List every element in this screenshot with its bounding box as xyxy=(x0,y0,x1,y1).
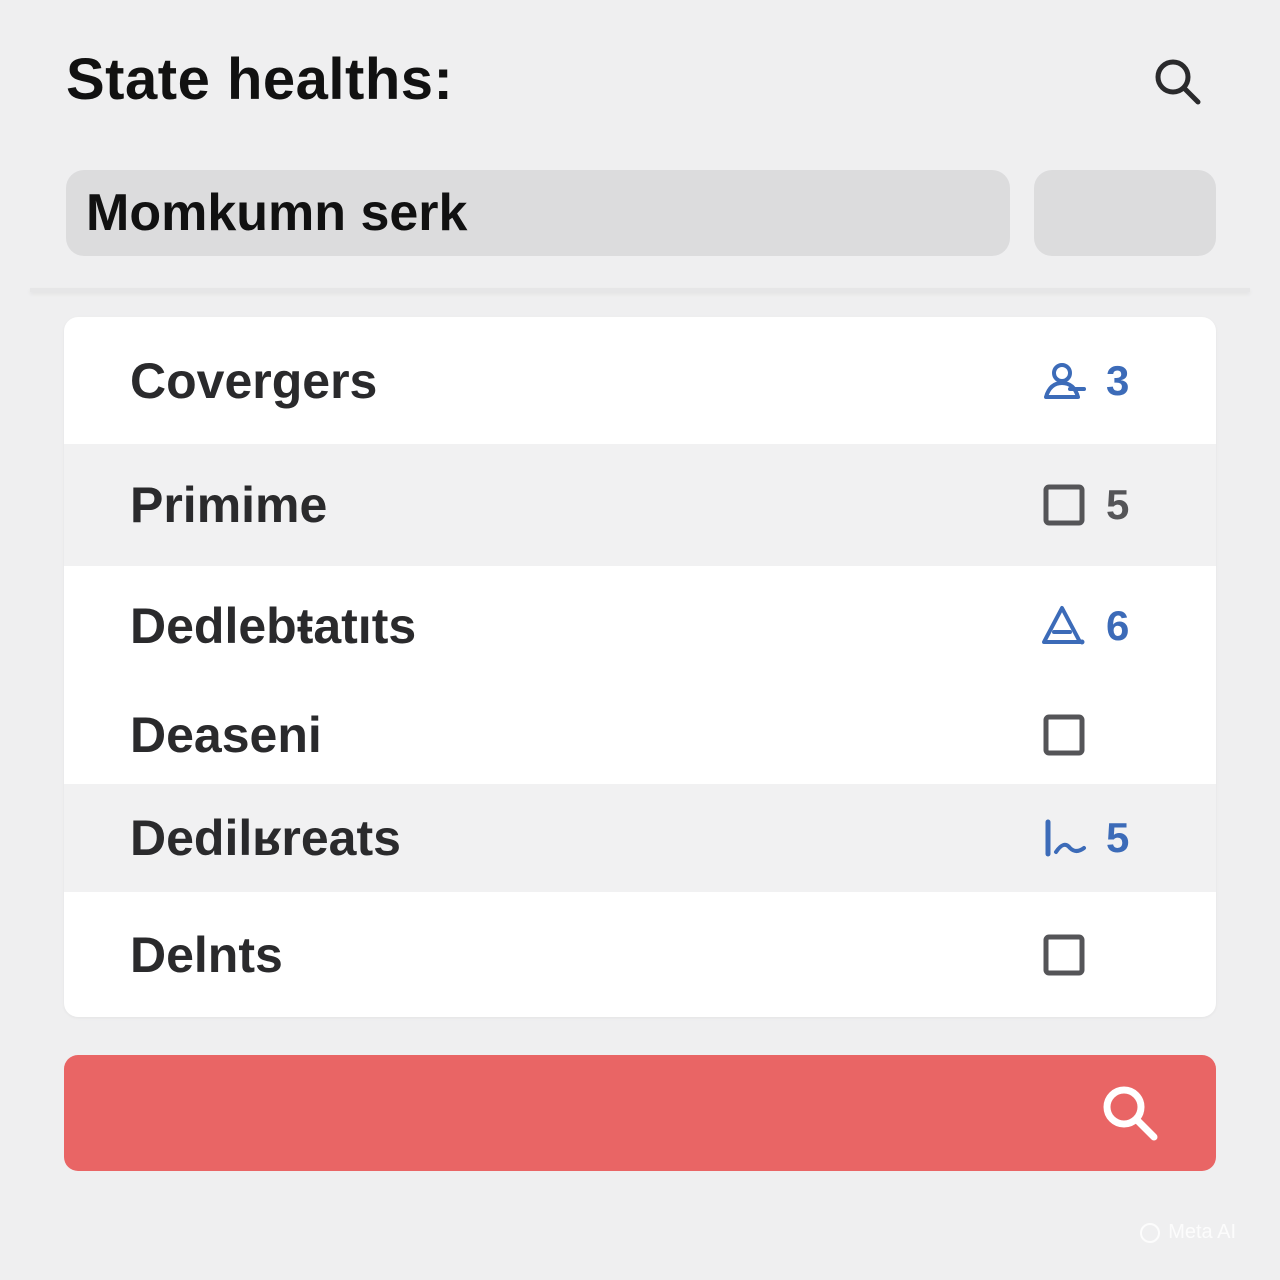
watermark-text: Meta AI xyxy=(1168,1221,1236,1243)
search-row: Momkumn serk xyxy=(66,170,1216,256)
list-item-count: 6 xyxy=(1106,602,1130,649)
filter-button[interactable] xyxy=(1034,170,1216,256)
list-item[interactable]: Covergers 3 xyxy=(64,317,1216,444)
search-icon[interactable] xyxy=(1148,52,1208,112)
search-action-button[interactable] xyxy=(64,1055,1216,1171)
list-item-meta: 5 xyxy=(1040,808,1129,868)
header: State healths: xyxy=(66,40,1214,120)
page-title: State healths: xyxy=(66,47,454,112)
list-item-meta: 5 xyxy=(1040,475,1129,535)
watermark: Meta AI xyxy=(1140,1221,1236,1244)
list-item[interactable]: Dedilʁreats 5 xyxy=(64,784,1216,892)
list-item-meta xyxy=(1040,705,1106,765)
trend-icon xyxy=(1045,819,1086,857)
person-icon xyxy=(1044,362,1086,399)
list-item-label: Delnts xyxy=(130,926,283,983)
list-item-label: Dedlebŧatıts xyxy=(130,598,417,654)
list-item-count: 5 xyxy=(1106,814,1130,861)
list-item-meta: 6 xyxy=(1040,596,1129,656)
list-item[interactable]: Dedlebŧatıts 6 xyxy=(64,566,1216,686)
list-item[interactable]: Deaseni xyxy=(64,686,1216,784)
list-card: Covergers 3 Primime 5 Dedlebŧatıts 6 Dea… xyxy=(64,317,1216,1017)
divider xyxy=(30,288,1250,292)
list-item[interactable]: Delnts xyxy=(64,892,1216,1017)
checkbox-icon[interactable] xyxy=(1040,711,1088,759)
list-item-meta xyxy=(1040,925,1106,985)
list-item-label: Covergers xyxy=(130,352,378,409)
list-item[interactable]: Primime 5 xyxy=(64,444,1216,566)
checkbox-icon[interactable] xyxy=(1040,931,1088,979)
list-item-count: 3 xyxy=(1106,356,1130,404)
meta-ring-icon xyxy=(1140,1222,1161,1243)
list-item-label: Primime xyxy=(130,477,328,533)
checkbox-icon[interactable] xyxy=(1040,481,1088,529)
search-icon xyxy=(1103,1086,1158,1141)
search-field-value: Momkumn serk xyxy=(86,184,468,242)
list-item-count: 5 xyxy=(1106,481,1130,528)
search-field[interactable]: Momkumn serk xyxy=(66,170,1010,256)
list-item-label: Dedilʁreats xyxy=(130,810,401,866)
warning-icon xyxy=(1042,606,1085,645)
list-item-label: Deaseni xyxy=(130,707,322,763)
list-item-meta: 3 xyxy=(1040,351,1129,411)
